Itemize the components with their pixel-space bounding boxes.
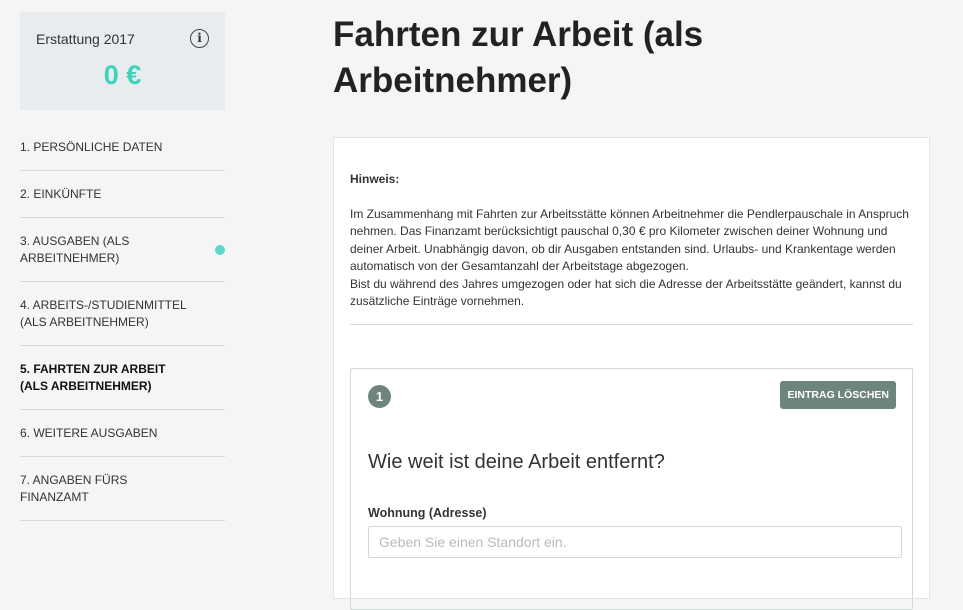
page-title: Fahrten zur Arbeit (als Arbeitnehmer) <box>333 15 704 100</box>
sidebar: Erstattung 2017 i 0 € 1. PERSÖNLICHE DAT… <box>20 12 225 521</box>
nav-item-commute[interactable]: 5. FAHRTEN ZUR ARBEIT (ALS ARBEITNEHMER) <box>20 346 225 410</box>
nav-item-label: 5. FAHRTEN ZUR ARBEIT (ALS ARBEITNEHMER) <box>20 362 166 393</box>
hint-text: Im Zusammenhang mit Fahrten zur Arbeitss… <box>350 206 909 274</box>
nav-item-income[interactable]: 2. EINKÜNFTE <box>20 171 225 218</box>
nav-item-tax-office[interactable]: 7. ANGABEN FÜRS FINANZAMT <box>20 457 225 521</box>
nav-item-label: 2. EINKÜNFTE <box>20 187 102 201</box>
info-icon[interactable]: i <box>190 29 209 48</box>
refund-title: Erstattung 2017 <box>36 31 135 47</box>
nav-item-label: 7. ANGABEN FÜRS FINANZAMT <box>20 473 128 504</box>
nav-item-personal-data[interactable]: 1. PERSÖNLICHE DATEN <box>20 124 225 171</box>
status-dot <box>215 244 225 255</box>
nav-item-label: 1. PERSÖNLICHE DATEN <box>20 140 163 154</box>
address-label: Wohnung (Adresse) <box>368 506 487 520</box>
commute-entry: 1 EINTRAG LÖSCHEN Wie weit ist deine Arb… <box>350 368 913 610</box>
delete-entry-button[interactable]: EINTRAG LÖSCHEN <box>780 381 896 409</box>
divider <box>350 324 913 325</box>
refund-summary: Erstattung 2017 i 0 € <box>20 12 225 110</box>
address-input[interactable] <box>368 526 902 558</box>
nav-item-other-expenses[interactable]: 6. WEITERE AUSGABEN <box>20 410 225 457</box>
hint-label: Hinweis: <box>350 172 400 186</box>
nav-item-work-materials[interactable]: 4. ARBEITS-/STUDIENMITTEL (ALS ARBEITNEH… <box>20 282 225 346</box>
entry-number-badge: 1 <box>368 385 391 408</box>
nav-item-label: 3. AUSGABEN (ALS ARBEITNEHMER) <box>20 234 130 265</box>
distance-question: Wie weit ist deine Arbeit entfernt? <box>368 451 665 473</box>
hint-box: Hinweis: Im Zusammenhang mit Fahrten zur… <box>350 171 915 311</box>
main-content: Fahrten zur Arbeit (als Arbeitnehmer) Hi… <box>333 12 930 610</box>
nav-item-label: 4. ARBEITS-/STUDIENMITTEL (ALS ARBEITNEH… <box>20 298 187 329</box>
nav-item-label: 6. WEITERE AUSGABEN <box>20 426 158 440</box>
nav-item-expenses[interactable]: 3. AUSGABEN (ALS ARBEITNEHMER) <box>20 218 225 282</box>
refund-amount: 0 € <box>103 60 142 90</box>
hint-text-2: Bist du während des Jahres umgezogen ode… <box>350 276 902 309</box>
form-card: Hinweis: Im Zusammenhang mit Fahrten zur… <box>333 137 930 610</box>
step-navigation: 1. PERSÖNLICHE DATEN 2. EINKÜNFTE 3. AUS… <box>20 124 225 521</box>
